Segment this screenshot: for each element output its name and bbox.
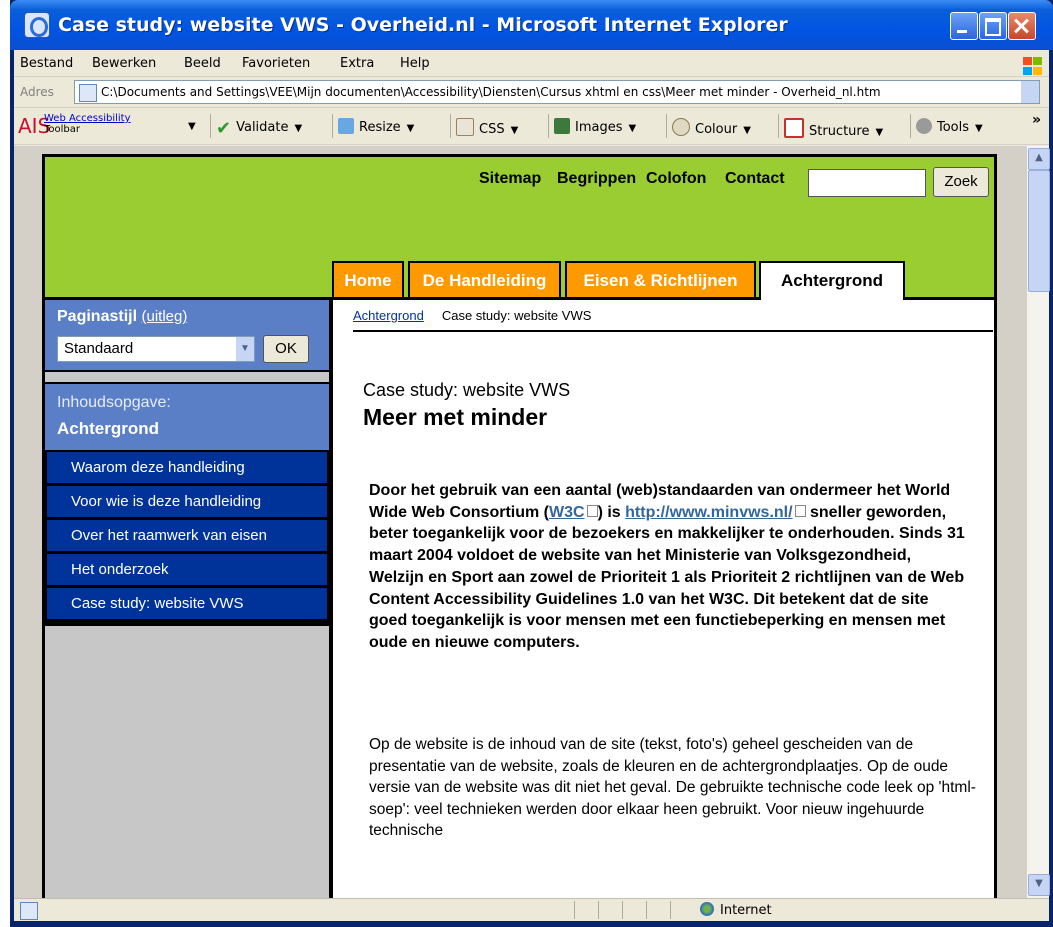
external-link-icon [794,504,806,517]
ais-toolbar-name[interactable]: Web Accessibility Toolbar [44,113,131,135]
scroll-down-icon[interactable]: ▼ [1028,874,1050,896]
toc-item-voor-wie[interactable]: Voor wie is deze handleiding [47,486,327,517]
colour-button[interactable]: Colour ▼ [672,118,751,137]
toc-item-case-study[interactable]: Case study: website VWS [47,588,327,619]
address-bar: Adres C:\Documents and Settings\VEE\Mijn… [14,77,1049,108]
chevron-down-icon: ▼ [236,337,254,361]
tools-button[interactable]: Tools ▼ [916,118,983,135]
site-header: Sitemap Begrippen Colofon Contact Zoek H… [45,157,994,301]
toc-item-waarom[interactable]: Waarom deze handleiding [47,452,327,483]
search-button[interactable]: Zoek [933,167,989,197]
link-contact[interactable]: Contact [725,170,785,188]
menu-favorieten[interactable]: Favorieten [242,56,310,71]
status-bar: Internet [14,898,1049,921]
link-w3c[interactable]: W3C [549,504,585,521]
tab-eisen-richtlijnen[interactable]: Eisen & Richtlijnen [565,261,756,297]
images-button[interactable]: Images ▼ [554,118,636,135]
resize-icon [338,118,354,134]
ais-menu-button[interactable]: ▼ [182,118,196,133]
toc-item-raamwerk[interactable]: Over het raamwerk van eisen [47,520,327,551]
toolbar-overflow-button[interactable]: » [1032,112,1041,128]
breadcrumb-link-achtergrond[interactable]: Achtergrond [353,308,424,323]
maximize-button[interactable] [979,12,1007,40]
toc-section-title: Achtergrond [57,419,159,438]
left-column: Paginastijl (uitleg) Standaard ▼ OK Inhou… [45,300,329,898]
title-bar[interactable]: Case study: website VWS - Overheid.nl - … [10,0,1053,50]
address-label: Adres [20,85,54,99]
link-colofon[interactable]: Colofon [646,170,706,188]
page-style-select[interactable]: Standaard ▼ [57,336,255,362]
intro-paragraph: Door het gebruik van een aantal (web)sta… [369,482,965,651]
page-style-help-link[interactable]: (uitleg) [141,308,187,325]
menu-bar: Bestand Bewerken Beeld Favorieten Extra … [14,50,1049,77]
page-status-icon [20,902,38,920]
web-page: Sitemap Begrippen Colofon Contact Zoek H… [42,154,997,898]
page-kicker: Case study: website VWS [363,380,571,400]
tab-de-handleiding[interactable]: De Handleiding [408,261,561,297]
accessibility-toolbar: AIS Web Accessibility Toolbar ▼ ✔ Validate… [14,108,1049,145]
tab-home[interactable]: Home [332,261,404,297]
validate-button[interactable]: ✔ Validate ▼ [216,118,302,139]
menu-bewerken[interactable]: Bewerken [92,56,156,71]
ie-logo-icon [24,12,50,38]
page-style-panel: Paginastijl (uitleg) Standaard ▼ OK [45,300,329,372]
resize-button[interactable]: Resize ▼ [338,118,414,135]
palette-icon [672,118,690,136]
css-button[interactable]: CSS ▼ [456,118,518,137]
globe-icon [700,902,714,916]
menu-bestand[interactable]: Bestand [20,56,73,71]
breadcrumb-divider [353,330,993,332]
security-zone: Internet [700,902,772,918]
table-of-contents: Inhoudsopgave: Achtergrond Waarom deze h… [45,382,329,626]
windows-flag-icon [1021,56,1043,76]
close-button[interactable] [1008,12,1036,40]
page-title: Meer met minder [363,404,548,430]
breadcrumb: Achtergrond Case study: website VWS [353,308,591,323]
address-dropdown-button[interactable] [1021,81,1039,103]
link-minvws[interactable]: http://www.minvws.nl/ [625,504,792,521]
menu-extra[interactable]: Extra [340,56,374,71]
structure-button[interactable]: Structure ▼ [784,118,883,139]
browser-chrome: Bestand Bewerken Beeld Favorieten Extra … [14,50,1050,921]
tab-achtergrond[interactable]: Achtergrond [759,261,905,301]
search-input[interactable] [808,169,926,197]
minimize-button[interactable] [950,12,978,40]
menu-help[interactable]: Help [400,56,430,71]
css-icon [456,118,474,136]
scroll-up-icon[interactable]: ▲ [1028,148,1050,170]
page-style-ok-button[interactable]: OK [263,335,309,363]
page-icon [79,84,97,102]
address-value: C:\Documents and Settings\VEE\Mijn docum… [101,85,881,99]
menu-beeld[interactable]: Beeld [184,56,221,71]
link-begrippen[interactable]: Begrippen [557,170,636,188]
page-style-title: Paginastijl (uitleg) [57,308,188,325]
window-title: Case study: website VWS - Overheid.nl - … [58,14,788,36]
structure-icon [784,118,804,138]
breadcrumb-current: Case study: website VWS [441,308,592,323]
page-viewport: Sitemap Begrippen Colofon Contact Zoek H… [14,146,1027,898]
vertical-scrollbar[interactable]: ▲ ▼ [1026,146,1050,898]
main-content: Achtergrond Case study: website VWS Case … [333,300,994,898]
body-paragraph: Op de website is de inhoud van de site (… [369,736,976,839]
address-input[interactable]: C:\Documents and Settings\VEE\Mijn docum… [74,80,1040,104]
images-icon [554,118,570,134]
scroll-thumb[interactable] [1028,170,1050,292]
checkmark-icon: ✔ [216,118,232,139]
browser-window: Case study: website VWS - Overheid.nl - … [10,0,1053,927]
gears-icon [916,118,932,134]
toc-item-onderzoek[interactable]: Het onderzoek [47,554,327,585]
toc-label: Inhoudsopgave: [57,394,171,411]
external-link-icon [586,504,598,517]
link-sitemap[interactable]: Sitemap [479,170,541,188]
toc-header: Inhoudsopgave: Achtergrond [45,384,329,450]
